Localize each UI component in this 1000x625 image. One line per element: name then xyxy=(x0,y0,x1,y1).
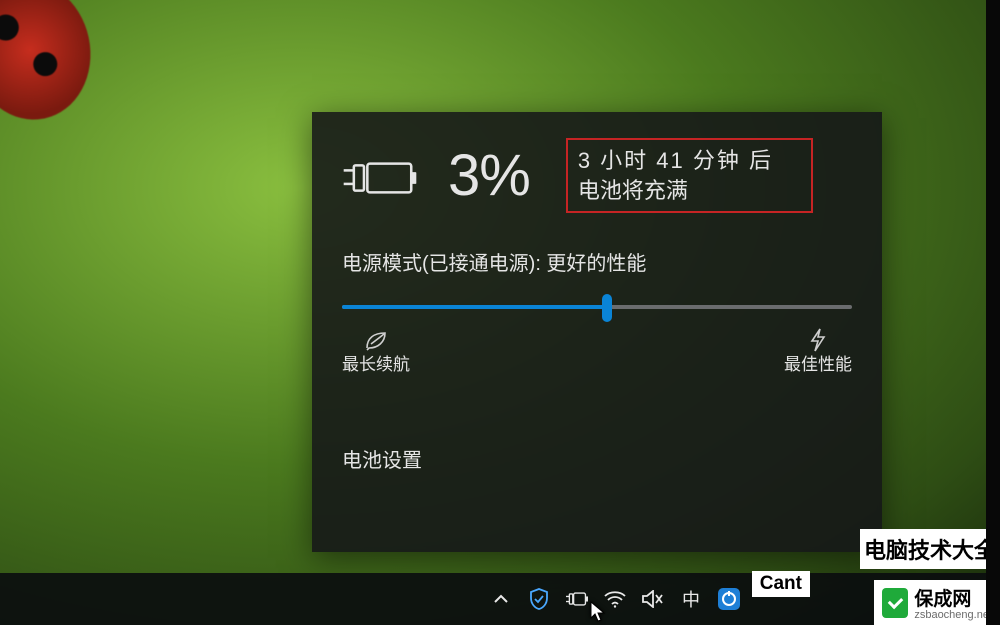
watermark-site-url: zsbaocheng.net xyxy=(914,609,992,621)
time-to-full-line1: 3 小时 41 分钟 后 xyxy=(578,146,773,176)
app-tray-icon[interactable] xyxy=(718,588,740,610)
mouse-cursor-icon xyxy=(590,601,606,623)
slider-fill xyxy=(342,305,607,309)
time-to-full-line2: 电池将充满 xyxy=(578,176,773,206)
watermark-site-name: 保成网 xyxy=(914,584,992,611)
watermark-title: 电脑技术大全 xyxy=(860,529,1000,569)
watermark-cant: Cant xyxy=(752,571,810,597)
power-mode-label: 电源模式(已接通电源): 更好的性能 xyxy=(342,247,852,276)
battery-tray-icon[interactable] xyxy=(566,588,588,610)
slider-right-label: 最佳性能 xyxy=(784,354,852,376)
wifi-icon[interactable] xyxy=(604,588,626,610)
security-shield-icon[interactable] xyxy=(528,588,550,610)
slider-right-endpoint: 最佳性能 xyxy=(784,328,852,376)
slider-thumb[interactable] xyxy=(602,294,612,322)
ime-indicator[interactable]: 中 xyxy=(680,588,702,610)
taskbar: 中 6:41 20 xyxy=(0,573,986,625)
watermark-shield-icon xyxy=(882,588,908,618)
watermark-site: 保成网 zsbaocheng.net xyxy=(874,580,1000,625)
lightning-icon xyxy=(784,328,852,352)
slider-left-label: 最长续航 xyxy=(342,354,410,376)
battery-settings-link[interactable]: 电池设置 xyxy=(342,444,852,473)
power-mode-slider[interactable] xyxy=(342,294,852,322)
monitor-bezel xyxy=(986,0,1000,625)
tray-overflow-chevron-icon[interactable] xyxy=(490,588,512,610)
system-tray: 中 xyxy=(490,588,740,610)
volume-mute-icon[interactable] xyxy=(642,588,664,610)
battery-flyout: 3% 3 小时 41 分钟 后 电池将充满 电源模式(已接通电源): 更好的性能… xyxy=(312,112,882,552)
battery-charging-icon xyxy=(342,158,418,198)
wallpaper-ladybug xyxy=(0,0,103,131)
slider-left-endpoint: 最长续航 xyxy=(342,328,410,376)
slider-endpoints: 最长续航 最佳性能 xyxy=(342,328,852,376)
battery-status-row: 3% 3 小时 41 分钟 后 电池将充满 xyxy=(342,138,852,213)
time-to-full-box: 3 小时 41 分钟 后 电池将充满 xyxy=(566,138,813,213)
battery-percent: 3% xyxy=(448,147,530,205)
leaf-icon xyxy=(342,328,410,352)
